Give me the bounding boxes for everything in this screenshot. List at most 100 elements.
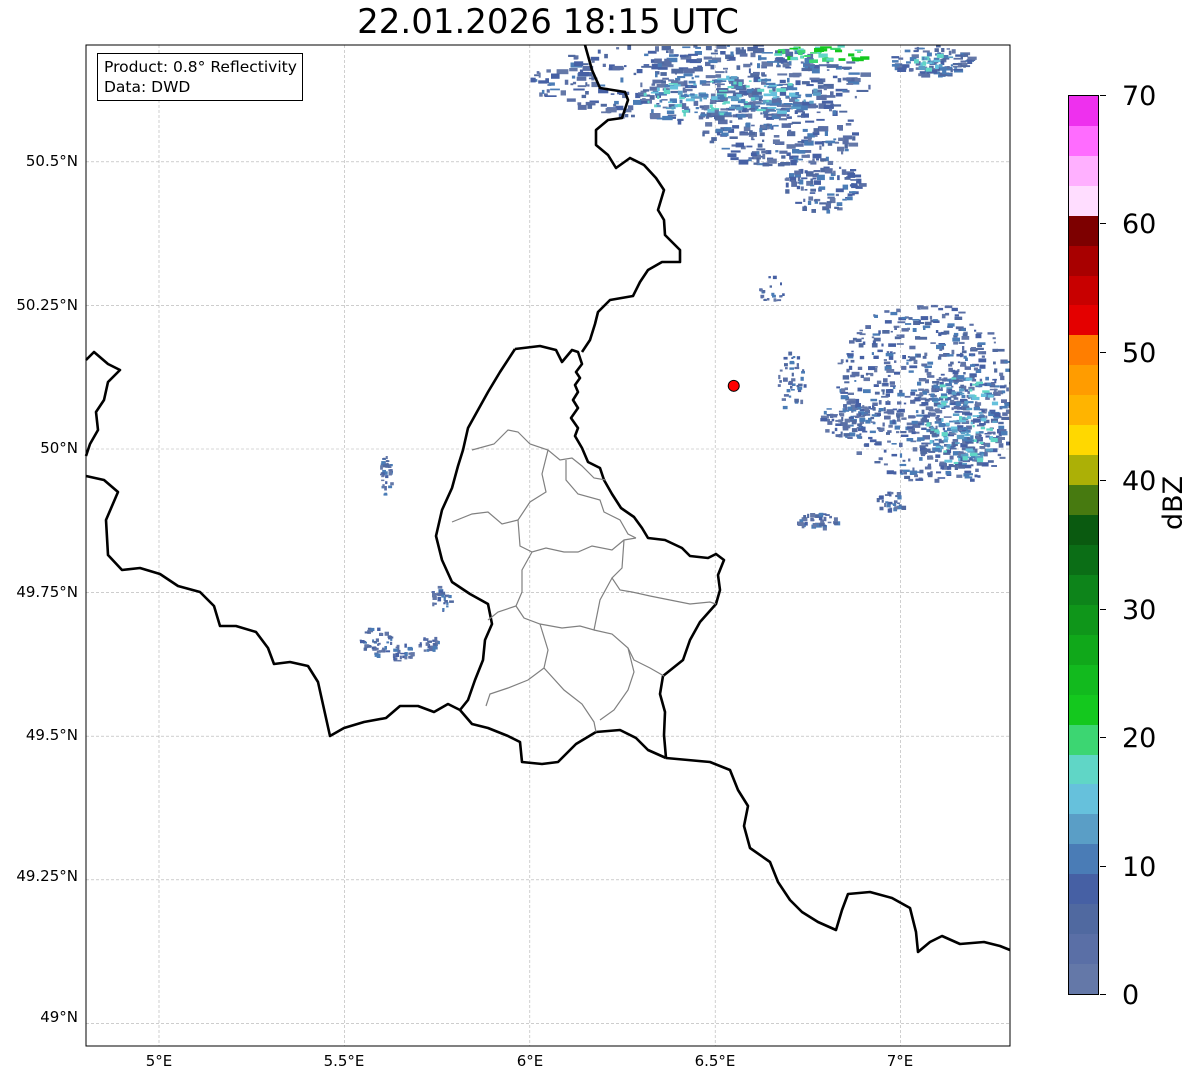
echo-pixel bbox=[945, 312, 950, 316]
echo-pixel bbox=[437, 597, 442, 602]
echo-pixel bbox=[840, 391, 848, 394]
echo-pixel bbox=[710, 64, 715, 70]
echo-pixel bbox=[903, 402, 907, 405]
echo-pixel bbox=[857, 423, 863, 426]
echo-pixel bbox=[385, 463, 390, 468]
echo-pixel bbox=[564, 79, 569, 85]
echo-pixel bbox=[849, 340, 855, 344]
echo-pixel bbox=[752, 101, 762, 104]
echo-pixel bbox=[834, 141, 840, 144]
echo-pixel bbox=[776, 57, 784, 60]
echo-pixel bbox=[801, 524, 805, 529]
echo-pixel bbox=[896, 414, 900, 419]
echo-pixel bbox=[907, 356, 910, 358]
echo-pixel bbox=[835, 188, 844, 193]
echo-pixel bbox=[952, 413, 960, 416]
colorbar-segment bbox=[1069, 724, 1098, 755]
echo-pixel bbox=[857, 51, 862, 53]
echo-pixel bbox=[885, 389, 894, 394]
echo-pixel bbox=[883, 361, 891, 365]
echo-pixel bbox=[862, 430, 868, 433]
echo-pixel bbox=[681, 81, 684, 85]
radar-map[interactable] bbox=[0, 0, 1202, 1081]
echo-pixel bbox=[797, 141, 803, 143]
echo-pixel bbox=[933, 59, 941, 63]
echo-pixel bbox=[941, 432, 948, 437]
echo-pixel bbox=[818, 186, 826, 190]
echo-pixel bbox=[953, 69, 963, 71]
echo-pixel bbox=[808, 196, 814, 201]
colorbar-tick-label: 50 bbox=[1122, 338, 1157, 369]
echo-pixel bbox=[937, 477, 946, 479]
echo-pixel bbox=[591, 59, 595, 63]
echo-pixel bbox=[829, 413, 834, 418]
echo-pixel bbox=[854, 95, 857, 99]
echo-pixel bbox=[800, 48, 804, 51]
echo-pixel bbox=[661, 80, 666, 84]
echo-pixel bbox=[376, 650, 381, 653]
echo-pixel bbox=[794, 366, 800, 370]
echo-pixel bbox=[849, 191, 857, 194]
echo-pixel bbox=[661, 99, 668, 101]
echo-pixel bbox=[851, 420, 857, 425]
echo-pixel bbox=[722, 102, 726, 105]
echo-pixel bbox=[761, 150, 768, 154]
echo-pixel bbox=[791, 181, 797, 187]
echo-pixel bbox=[874, 461, 881, 464]
radar-site-marker[interactable] bbox=[727, 379, 740, 392]
echo-pixel bbox=[730, 150, 741, 153]
echo-pixel bbox=[908, 478, 914, 482]
echo-pixel bbox=[896, 431, 900, 434]
echo-pixel bbox=[756, 148, 766, 151]
echo-pixel bbox=[894, 371, 901, 375]
echo-pixel bbox=[569, 68, 578, 72]
echo-pixel bbox=[964, 412, 973, 416]
echo-pixel bbox=[899, 67, 907, 70]
echo-pixel bbox=[872, 407, 876, 411]
echo-pixel bbox=[662, 115, 673, 121]
echo-pixel bbox=[908, 458, 911, 462]
echo-pixel bbox=[789, 367, 794, 370]
echo-pixel bbox=[835, 193, 839, 197]
echo-pixel bbox=[767, 109, 776, 112]
echo-pixel bbox=[801, 370, 805, 374]
echo-pixel bbox=[710, 80, 714, 83]
echo-pixel bbox=[794, 170, 801, 175]
echo-pixel bbox=[977, 342, 986, 345]
echo-pixel bbox=[963, 385, 966, 388]
echo-pixel bbox=[998, 421, 1004, 425]
echo-pixel bbox=[909, 345, 916, 350]
colorbar-tick bbox=[1100, 223, 1106, 224]
echo-pixel bbox=[942, 70, 947, 75]
echo-pixel bbox=[656, 104, 661, 108]
echo-pixel bbox=[615, 105, 624, 111]
product-info-box: Product: 0.8° Reflectivity Data: DWD bbox=[97, 53, 303, 101]
echo-pixel bbox=[570, 83, 574, 86]
echo-pixel bbox=[924, 388, 929, 392]
echo-pixel bbox=[923, 57, 928, 60]
echo-pixel bbox=[974, 394, 977, 398]
colorbar-segment bbox=[1069, 634, 1098, 665]
colorbar-segment bbox=[1069, 125, 1098, 156]
echo-pixel bbox=[885, 353, 894, 357]
echo-pixel bbox=[636, 69, 643, 74]
echo-pixel bbox=[944, 305, 953, 309]
echo-pixel bbox=[691, 77, 694, 80]
echo-pixel bbox=[657, 62, 662, 68]
echo-pixel bbox=[640, 82, 643, 88]
echo-pixel bbox=[978, 412, 983, 414]
echo-pixel bbox=[964, 476, 973, 479]
echo-pixel bbox=[772, 96, 777, 99]
echo-pixel bbox=[819, 145, 822, 150]
echo-pixel bbox=[926, 52, 932, 57]
echo-pixel bbox=[930, 304, 938, 308]
echo-pixel bbox=[876, 413, 881, 417]
echo-pixel bbox=[395, 646, 400, 649]
echo-pixel bbox=[940, 395, 948, 399]
echo-pixel bbox=[919, 423, 923, 425]
echo-pixel bbox=[919, 445, 926, 448]
border-germany-france bbox=[665, 756, 1011, 954]
echo-pixel bbox=[762, 153, 766, 160]
echo-pixel bbox=[909, 470, 918, 475]
echo-pixel bbox=[385, 475, 389, 479]
